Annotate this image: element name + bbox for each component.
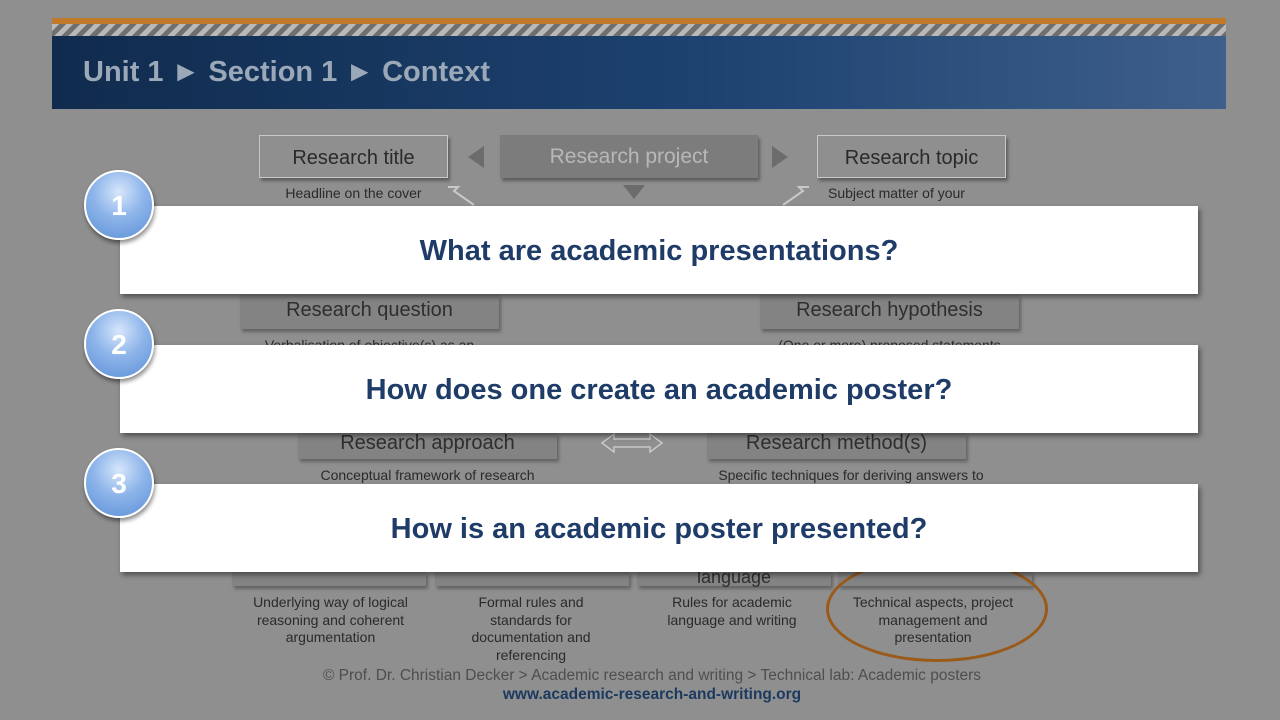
research-hypothesis-label: Research hypothesis — [796, 299, 983, 321]
question-1-text: What are academic presentations? — [419, 235, 899, 267]
research-title-box: Research title — [259, 135, 448, 178]
header-banner: Unit 1 ► Section 1 ► Context — [52, 36, 1226, 109]
bottom-box-3: language — [637, 568, 831, 586]
question-3-text: How is an academic poster presented? — [390, 513, 928, 545]
double-arrow-icon — [600, 433, 664, 453]
question-3-number: 3 — [111, 468, 127, 499]
question-banner-1: What are academic presentations? — [120, 206, 1198, 294]
footer-url-link[interactable]: www.academic-research-and-writing.org — [0, 686, 1280, 704]
diagonal-arrow-left-icon — [448, 186, 475, 206]
research-approach-desc: Conceptual framework of research — [320, 467, 535, 483]
question-2-number: 2 — [111, 329, 127, 360]
research-question-box: Research question — [240, 295, 499, 329]
research-project-label: Research project — [549, 145, 709, 168]
question-banner-2: How does one create an academic poster? — [120, 345, 1198, 433]
slide: Unit 1 ► Section 1 ► Context Research ti… — [0, 0, 1280, 720]
footer-copyright: © Prof. Dr. Christian Decker > Academic … — [322, 667, 982, 684]
research-topic-label: Research topic — [844, 147, 979, 169]
bottom-box-2 — [435, 572, 629, 586]
question-1-number-badge: 1 — [84, 170, 154, 240]
research-question-label: Research question — [286, 299, 453, 321]
bottom-desc-3: Rules for academic language and writing — [667, 594, 797, 628]
arrow-right-icon — [772, 146, 788, 168]
research-approach-label: Research approach — [340, 433, 515, 454]
diagonal-arrow-right-icon — [782, 186, 809, 206]
research-project-box: Research project — [500, 135, 758, 178]
bottom-desc-1: Underlying way of logical reasoning and … — [253, 594, 408, 645]
research-methods-desc: Specific techniques for deriving answers… — [718, 467, 984, 483]
question-2-number-badge: 2 — [84, 309, 154, 379]
bottom-box-1 — [232, 572, 426, 586]
research-methods-box: Research method(s) — [707, 433, 966, 459]
arrow-left-icon — [468, 146, 484, 168]
research-hypothesis-box: Research hypothesis — [760, 295, 1019, 329]
research-approach-box: Research approach — [298, 433, 557, 459]
question-2-text: How does one create an academic poster? — [365, 374, 953, 406]
question-1-number: 1 — [111, 190, 127, 221]
research-topic-box: Research topic — [817, 135, 1006, 178]
research-methods-label: Research method(s) — [745, 433, 928, 454]
bottom-desc-2: Formal rules and standards for documenta… — [471, 594, 591, 663]
research-topic-desc: Subject matter of your — [828, 185, 965, 201]
research-title-label: Research title — [292, 147, 415, 169]
question-3-number-badge: 3 — [84, 448, 154, 518]
research-title-desc: Headline on the cover — [285, 185, 422, 201]
header-hatch-pattern — [52, 24, 1226, 36]
question-banner-3: How is an academic poster presented? — [120, 484, 1198, 572]
breadcrumb-title: Unit 1 ► Section 1 ► Context — [83, 56, 491, 88]
arrow-down-icon — [623, 185, 645, 199]
